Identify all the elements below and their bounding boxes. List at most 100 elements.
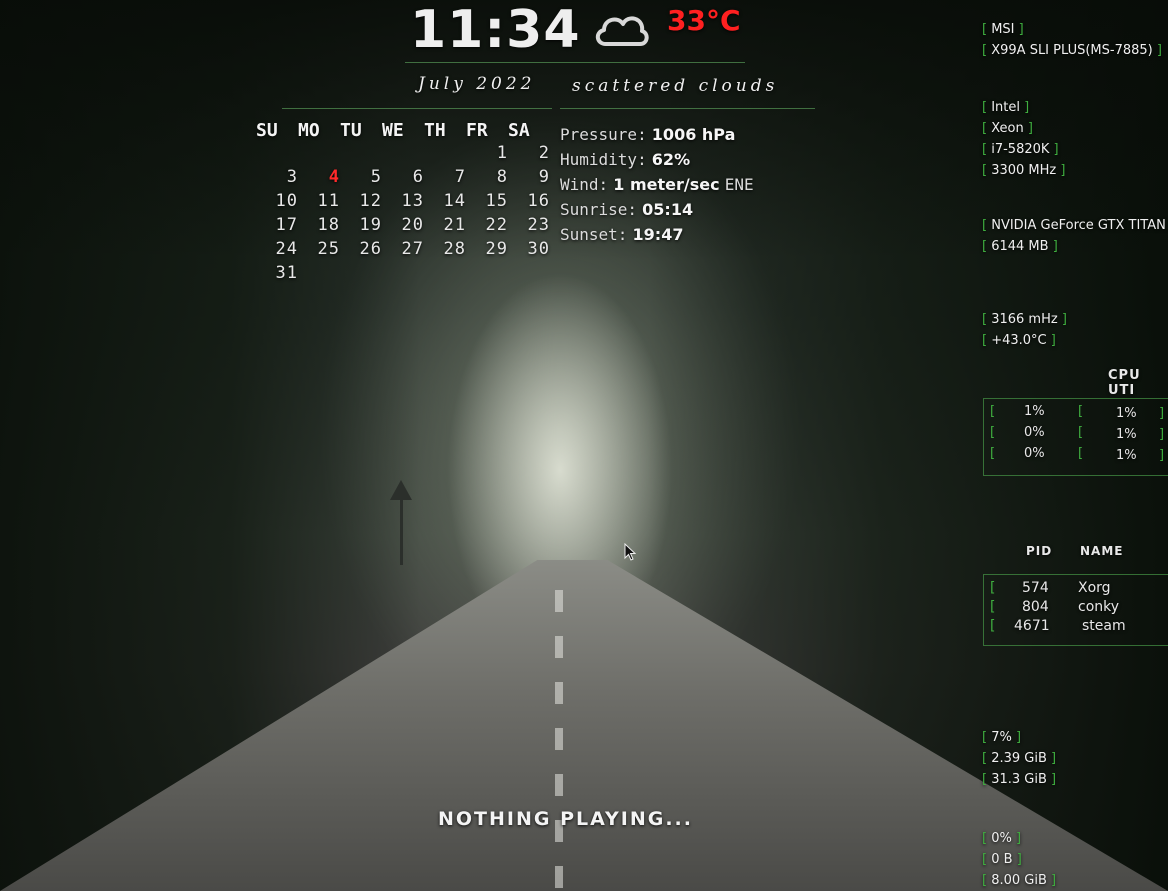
memory-used: [ 2.39 GiB ] <box>982 751 1057 766</box>
gpu-temperature: [ +43.0°C ] <box>982 333 1056 348</box>
calendar-day <box>382 141 424 165</box>
cpu-core-usage: 1% <box>1116 406 1137 421</box>
calendar-week: 17 18 19 20 21 22 23 <box>256 213 550 237</box>
sunset-value: 19:47 <box>632 225 684 244</box>
calendar-day: 18 <box>317 215 340 235</box>
cpu-core-usage: 1% <box>1116 448 1137 463</box>
calendar-day <box>424 261 466 285</box>
calendar-day: 2 <box>538 143 550 163</box>
weekday-label: WE <box>382 120 404 141</box>
divider <box>560 108 815 109</box>
mouse-cursor-icon <box>624 543 636 561</box>
calendar-week: 24 25 26 27 28 29 30 <box>256 237 550 261</box>
calendar-day: 1 <box>496 143 508 163</box>
swap-percent: [ 0% ] <box>982 831 1022 846</box>
month-year: July 2022 <box>418 74 536 94</box>
calendar-day: 5 <box>370 167 382 187</box>
humidity-label: Humidity: <box>560 150 647 169</box>
cpu-info: [ Intel ] [ Xeon ] [ i7-5820K ] [ 3300 M… <box>982 97 1065 181</box>
calendar-day: 20 <box>401 215 424 235</box>
calendar-day: 17 <box>275 215 298 235</box>
cloud-icon <box>595 16 649 46</box>
calendar-day: 14 <box>443 191 466 211</box>
calendar-day <box>340 141 382 165</box>
weather-details: Pressure: 1006 hPa Humidity: 62% Wind: 1… <box>560 122 754 247</box>
weekday-label: SA <box>508 120 530 141</box>
swap-info: [ 0% ] [ 0 B ] [ 8.00 GiB ] <box>982 828 1056 891</box>
cpu-family: [ Xeon ] <box>982 121 1033 136</box>
memory-total: [ 31.3 GiB ] <box>982 772 1057 787</box>
calendar-grid: 1 2 3 4 5 6 7 8 9 10 11 12 13 14 15 16 17 18 19 20 21 22 23 24 2… <box>256 141 550 285</box>
weekday-label: SU <box>256 120 278 141</box>
sunset-label: Sunset: <box>560 225 628 244</box>
cpu-usage-grid: [ 1% [ 1% ] [ 0% [ 1% ] [ 0% [ 1% ] <box>983 398 1168 476</box>
process-header-pid: PID <box>1026 544 1053 558</box>
calendar-day: 11 <box>317 191 340 211</box>
process-header-name: NAME <box>1080 544 1124 558</box>
wind-direction: ENE <box>724 175 754 194</box>
wind-label: Wind: <box>560 175 609 194</box>
sunrise-row: Sunrise: 05:14 <box>560 197 754 222</box>
board-model: [ X99A SLI PLUS(MS-7885) ] <box>982 43 1162 58</box>
wind-row: Wind: 1 meter/sec ENE <box>560 172 754 197</box>
cpu-core-usage: 0% <box>1024 425 1045 440</box>
calendar-day: 29 <box>485 239 508 259</box>
calendar: SU MO TU WE TH FR SA 1 2 3 4 5 6 7 8 9 10 11 12 13 14… <box>256 120 550 285</box>
calendar-day <box>424 141 466 165</box>
calendar-day: 23 <box>527 215 550 235</box>
calendar-day: 22 <box>485 215 508 235</box>
calendar-day: 19 <box>359 215 382 235</box>
weekday-label: TU <box>340 120 362 141</box>
calendar-day <box>256 141 298 165</box>
gpu-frequency: [ 3166 mHz ] <box>982 312 1067 327</box>
cpu-frequency: [ 3300 MHz ] <box>982 163 1066 178</box>
swap-used: [ 0 B ] <box>982 852 1022 867</box>
weekday-label: TH <box>424 120 446 141</box>
gpu-memory: [ 6144 MB ] <box>982 239 1058 254</box>
calendar-day: 4 <box>328 167 340 187</box>
gpu-info: [ NVIDIA GeForce GTX TITAN [ 6144 MB ] <box>982 215 1166 257</box>
divider <box>405 62 745 63</box>
cpu-vendor: [ Intel ] <box>982 100 1030 115</box>
divider <box>282 108 552 109</box>
swap-total: [ 8.00 GiB ] <box>982 873 1057 888</box>
process-table: [ 574 Xorg [ 804 conky [ 4671 steam <box>983 574 1168 646</box>
calendar-day: 12 <box>359 191 382 211</box>
calendar-day: 9 <box>538 167 550 187</box>
calendar-day: 16 <box>527 191 550 211</box>
calendar-day: 27 <box>401 239 424 259</box>
cpu-core-usage: 1% <box>1116 427 1137 442</box>
calendar-week: 12 <box>256 141 550 165</box>
memory-percent: [ 7% ] <box>982 730 1022 745</box>
sunrise-label: Sunrise: <box>560 200 638 219</box>
calendar-day <box>382 261 424 285</box>
board-vendor: [ MSI ] <box>982 22 1024 37</box>
sunset-row: Sunset: 19:47 <box>560 222 754 247</box>
temperature: 33°C <box>667 4 741 37</box>
calendar-day: 6 <box>412 167 424 187</box>
cpu-model: [ i7-5820K ] <box>982 142 1059 157</box>
calendar-day <box>298 141 340 165</box>
memory-info: [ 7% ] [ 2.39 GiB ] [ 31.3 GiB ] <box>982 727 1056 790</box>
calendar-day: 26 <box>359 239 382 259</box>
sunrise-value: 05:14 <box>642 200 694 219</box>
calendar-day: 8 <box>496 167 508 187</box>
calendar-day: 15 <box>485 191 508 211</box>
weather-condition: scattered clouds <box>572 76 779 96</box>
weekday-label: MO <box>298 120 320 141</box>
calendar-day: 13 <box>401 191 424 211</box>
calendar-day <box>466 261 508 285</box>
calendar-day: 25 <box>317 239 340 259</box>
calendar-week: 3 4 5 6 7 8 9 <box>256 165 550 189</box>
cpu-usage-title: CPU UTI <box>1108 368 1141 398</box>
wind-value: 1 meter/sec <box>613 175 720 194</box>
gpu-sensors: [ 3166 mHz ] [ +43.0°C ] <box>982 309 1067 351</box>
calendar-day: 30 <box>527 239 550 259</box>
humidity-value: 62% <box>651 150 691 169</box>
motherboard-info: [ MSI ] [ X99A SLI PLUS(MS-7885) ] <box>982 19 1162 61</box>
road-center-line <box>555 590 563 890</box>
calendar-day: 28 <box>443 239 466 259</box>
cpu-core-usage: 0% <box>1024 446 1045 461</box>
calendar-day <box>340 261 382 285</box>
road-sign-pole <box>400 500 403 565</box>
